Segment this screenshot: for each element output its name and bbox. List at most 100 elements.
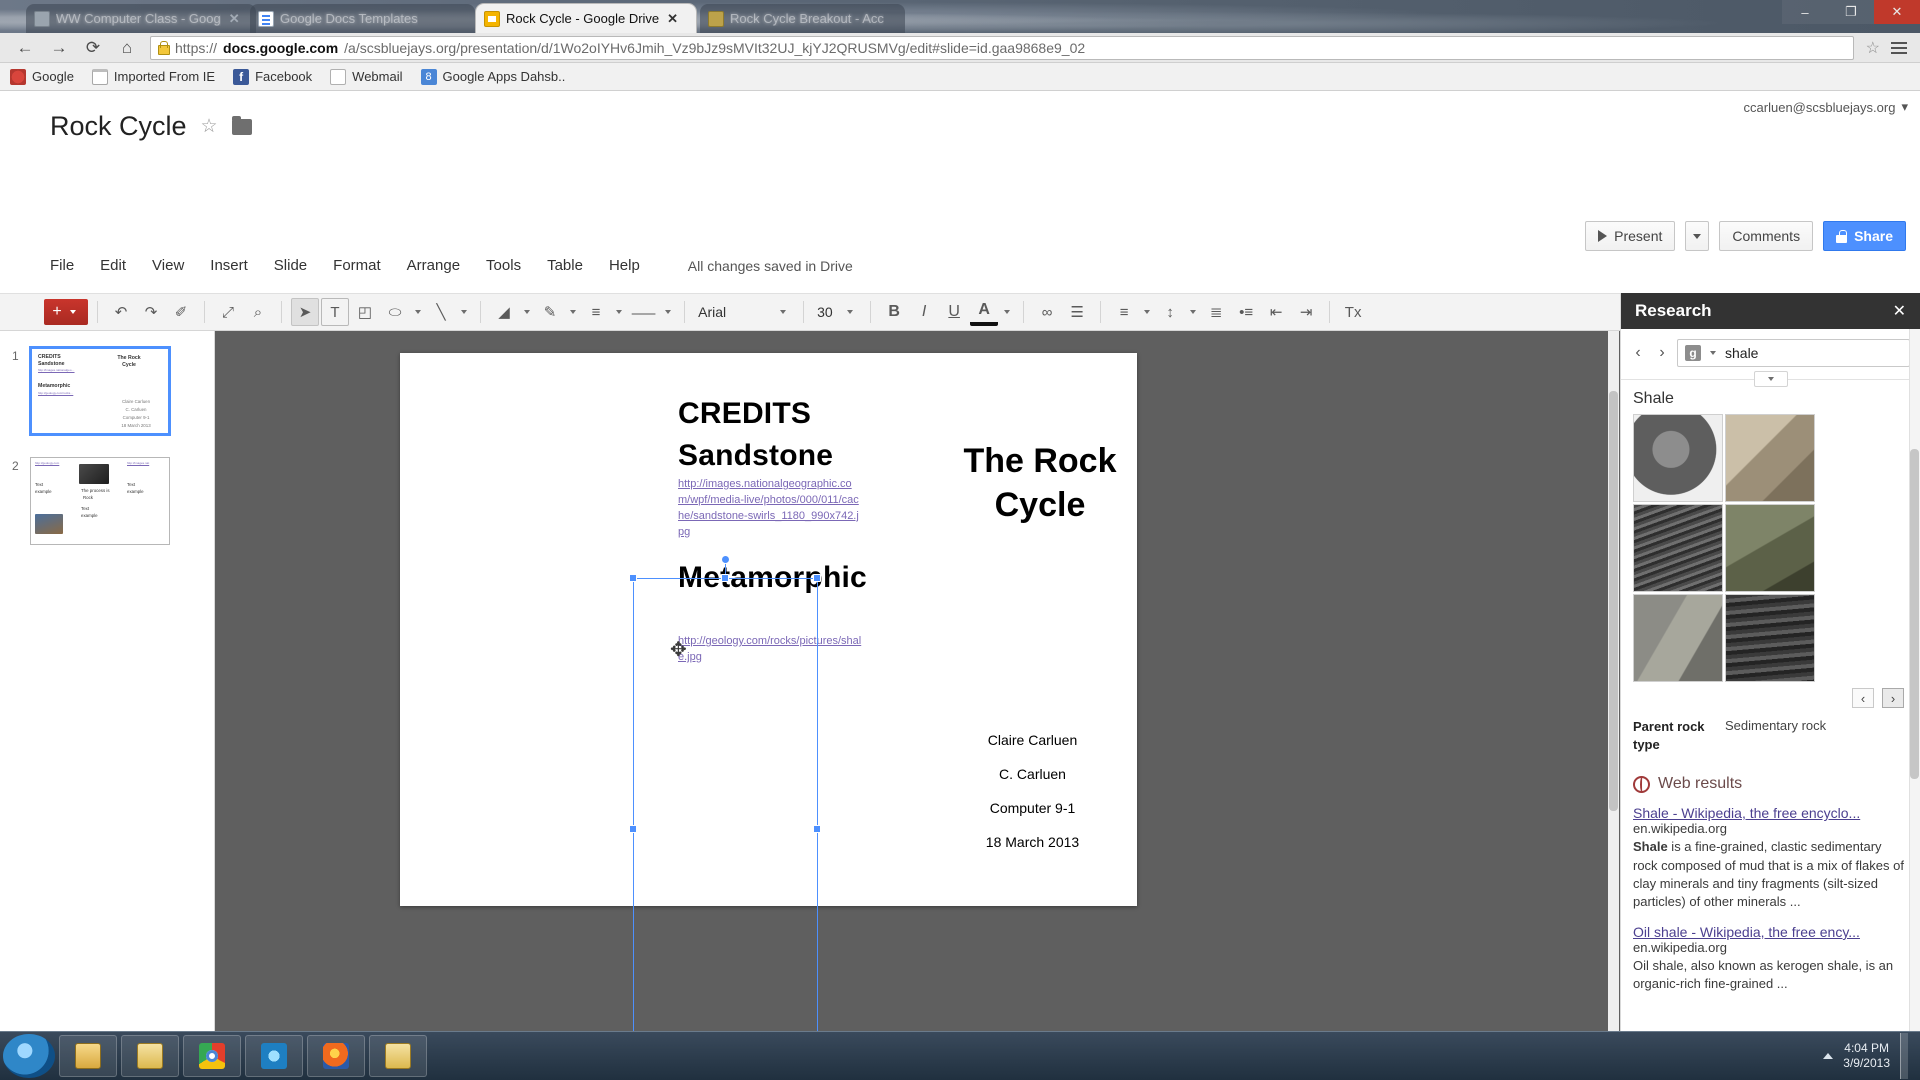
slide-heading-credits[interactable]: CREDITS	[678, 397, 811, 431]
slide-link-sandstone[interactable]: http://images.nationalgeographic.com/wpf…	[678, 477, 863, 541]
align-icon[interactable]: ≡	[1110, 298, 1138, 326]
slide-heading-sandstone[interactable]: Sandstone	[678, 439, 833, 473]
menu-file[interactable]: File	[50, 257, 74, 274]
slide-meta-short-name[interactable]: C. Carluen	[930, 766, 1135, 782]
tab-close-icon[interactable]: ✕	[229, 11, 240, 27]
research-scrollbar-track[interactable]	[1909, 329, 1920, 1080]
underline-button[interactable]: U	[940, 298, 968, 326]
fill-color-icon[interactable]: ◢	[490, 298, 518, 326]
slide-thumbnail[interactable]: CREDITS Sandstone http://images.national…	[30, 347, 170, 435]
text-box-icon[interactable]: T	[321, 298, 349, 326]
select-tool-icon[interactable]: ➤	[291, 298, 319, 326]
reload-icon[interactable]: ⟳	[76, 35, 110, 61]
bulleted-list-icon[interactable]: •≡	[1232, 298, 1260, 326]
slide-meta-date[interactable]: 18 March 2013	[930, 834, 1135, 850]
slide-meta-class[interactable]: Computer 9-1	[930, 800, 1135, 816]
research-image-3[interactable]	[1633, 504, 1723, 592]
resize-handle-w[interactable]	[629, 825, 637, 833]
bookmark-facebook[interactable]: f Facebook	[233, 69, 312, 85]
text-color-icon[interactable]: A	[970, 298, 998, 326]
research-result-1[interactable]: Shale - Wikipedia, the free encyclo... e…	[1621, 793, 1920, 912]
result-title-link[interactable]: Shale - Wikipedia, the free encyclo...	[1633, 805, 1906, 821]
resize-handle-n[interactable]	[721, 574, 729, 582]
redo-icon[interactable]: ↷	[137, 298, 165, 326]
menu-slide[interactable]: Slide	[274, 257, 307, 274]
slide-meta-author[interactable]: Claire Carluen	[930, 732, 1135, 748]
address-bar[interactable]: https://docs.google.com/a/scsbluejays.or…	[150, 36, 1854, 60]
research-back-icon[interactable]: ‹	[1629, 344, 1647, 362]
browser-tab-4[interactable]: Rock Cycle Breakout - Acc	[700, 4, 905, 33]
fit-to-window-icon[interactable]: ⤢	[214, 298, 242, 326]
browser-tab-2[interactable]: Google Docs Templates	[250, 4, 475, 33]
research-collapse-button[interactable]	[1754, 371, 1788, 387]
taskbar-button-explorer[interactable]	[59, 1035, 117, 1077]
filmstrip-item-2[interactable]: 2 http://geology.com http://images.nat T…	[30, 457, 170, 545]
clear-formatting-icon[interactable]: Tx	[1339, 298, 1367, 326]
insert-image-icon[interactable]: ◰	[351, 298, 379, 326]
canvas-scrollbar-thumb[interactable]	[1609, 391, 1618, 811]
menu-view[interactable]: View	[152, 257, 184, 274]
resize-handle-ne[interactable]	[813, 574, 821, 582]
menu-table[interactable]: Table	[547, 257, 583, 274]
bookmark-webmail[interactable]: Webmail	[330, 69, 402, 85]
research-image-5[interactable]	[1633, 594, 1723, 682]
slide-title-rock-cycle[interactable]: The Rock Cycle	[945, 439, 1135, 527]
undo-icon[interactable]: ↶	[107, 298, 135, 326]
zoom-icon[interactable]: ⌕	[244, 298, 272, 326]
star-icon[interactable]: ☆	[201, 115, 218, 138]
slide-thumbnail[interactable]: http://geology.com http://images.nat Tex…	[30, 457, 170, 545]
selected-placeholder-box[interactable]	[633, 578, 818, 1080]
show-hidden-icons-icon[interactable]	[1823, 1053, 1833, 1059]
menu-insert[interactable]: Insert	[210, 257, 248, 274]
increase-indent-icon[interactable]: ⇥	[1292, 298, 1320, 326]
move-to-folder-icon[interactable]	[232, 119, 252, 135]
bookmark-google-apps-dashboard[interactable]: 8 Google Apps Dahsb..	[421, 69, 566, 85]
line-weight-icon[interactable]: ≡	[582, 298, 610, 326]
research-image-4[interactable]	[1725, 504, 1815, 592]
chevron-down-icon[interactable]	[616, 310, 622, 314]
account-info[interactable]: ccarluen@scsbluejays.org ▾	[1744, 99, 1908, 115]
research-forward-icon[interactable]: ›	[1653, 344, 1671, 362]
menu-edit[interactable]: Edit	[100, 257, 126, 274]
bookmark-imported-from-ie[interactable]: Imported From IE	[92, 69, 215, 85]
chevron-down-icon[interactable]	[1710, 351, 1716, 355]
maximize-button[interactable]: ❐	[1828, 0, 1874, 24]
menu-arrange[interactable]: Arrange	[407, 257, 460, 274]
browser-tab-3-active[interactable]: Rock Cycle - Google Drive ✕	[476, 4, 696, 33]
image-prev-button[interactable]: ‹	[1852, 688, 1874, 708]
present-options-button[interactable]	[1685, 221, 1709, 251]
bold-button[interactable]: B	[880, 298, 908, 326]
chevron-down-icon[interactable]	[524, 310, 530, 314]
chevron-down-icon[interactable]	[1144, 310, 1150, 314]
start-button[interactable]	[3, 1034, 55, 1078]
research-image-2[interactable]	[1725, 414, 1815, 502]
decrease-indent-icon[interactable]: ⇤	[1262, 298, 1290, 326]
research-search-input[interactable]: g shale	[1677, 339, 1910, 367]
chevron-down-icon[interactable]	[1190, 310, 1196, 314]
chrome-menu-icon[interactable]	[1886, 42, 1912, 54]
minimize-button[interactable]: –	[1782, 0, 1828, 24]
rotation-handle[interactable]	[721, 555, 730, 564]
shape-icon[interactable]: ⬭	[381, 298, 409, 326]
filmstrip-item-1[interactable]: 1 CREDITS Sandstone http://images.nation…	[30, 347, 170, 435]
chevron-down-icon[interactable]	[665, 310, 671, 314]
new-slide-button[interactable]: +	[44, 299, 88, 325]
font-size-select[interactable]: 30	[813, 300, 861, 324]
line-color-icon[interactable]: ✎	[536, 298, 564, 326]
chevron-down-icon[interactable]	[415, 310, 421, 314]
browser-tab-1[interactable]: WW Computer Class - Goog ✕	[26, 4, 256, 33]
share-button[interactable]: Share	[1823, 221, 1906, 251]
insert-link-icon[interactable]: ∞	[1033, 298, 1061, 326]
menu-help[interactable]: Help	[609, 257, 640, 274]
insert-comment-icon[interactable]: ☰	[1063, 298, 1091, 326]
line-spacing-icon[interactable]: ↕	[1156, 298, 1184, 326]
present-button[interactable]: Present	[1585, 221, 1675, 251]
chevron-down-icon[interactable]	[570, 310, 576, 314]
research-image-1[interactable]	[1633, 414, 1723, 502]
close-icon[interactable]: ✕	[1893, 301, 1906, 321]
chevron-down-icon[interactable]	[1004, 310, 1010, 314]
taskbar-button-chrome[interactable]	[183, 1035, 241, 1077]
clock[interactable]: 4:04 PM 3/9/2013	[1843, 1041, 1890, 1071]
paint-format-icon[interactable]: ✐	[167, 298, 195, 326]
line-dash-icon[interactable]: ⸺	[628, 298, 659, 326]
